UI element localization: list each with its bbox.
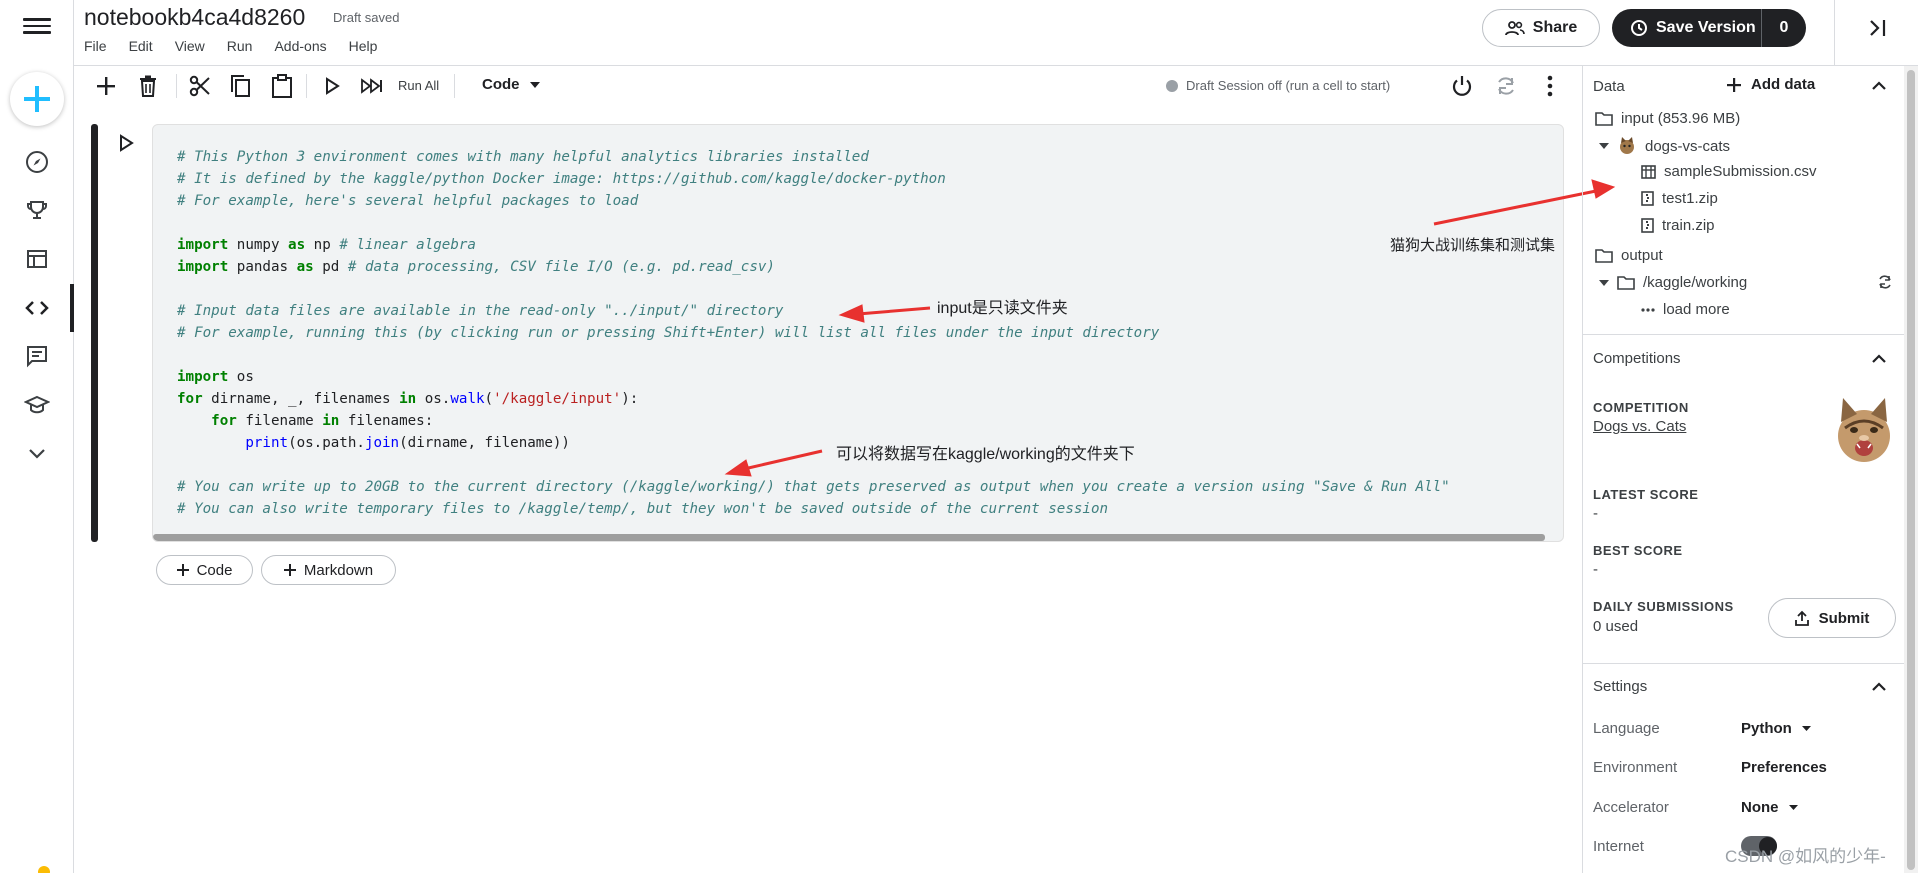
watermark: CSDN @如风的少年-	[1725, 847, 1886, 866]
add-data-label: Add data	[1751, 76, 1816, 93]
best-score-value: -	[1593, 561, 1598, 578]
annotation-input-readonly: input是只读文件夹	[937, 300, 1068, 317]
file-sample-submission[interactable]: sampleSubmission.csv	[1641, 163, 1817, 180]
caret-down-icon	[1599, 279, 1609, 286]
csv-table-icon	[1641, 164, 1656, 179]
add-data-button[interactable]: Add data	[1727, 76, 1815, 93]
working-folder[interactable]: /kaggle/working	[1599, 274, 1747, 291]
file-name: test1.zip	[1662, 190, 1718, 207]
folder-icon	[1595, 249, 1613, 263]
file-train-zip[interactable]: train.zip	[1641, 217, 1715, 234]
file-name: sampleSubmission.csv	[1664, 163, 1817, 180]
daily-submissions-value: 0 used	[1593, 618, 1639, 635]
setting-internet-label: Internet	[1593, 838, 1644, 855]
environment-link[interactable]: Preferences	[1741, 759, 1827, 776]
competition-caption: COMPETITION	[1593, 400, 1689, 415]
accelerator-select[interactable]: None	[1741, 799, 1798, 816]
folder-icon	[1595, 112, 1613, 126]
caret-down-icon	[1599, 143, 1609, 149]
best-score-caption: BEST SCORE	[1593, 543, 1683, 558]
folder-icon	[1617, 276, 1635, 290]
annotation-dataset: 猫狗大战训练集和测试集	[1390, 237, 1556, 254]
language-select[interactable]: Python	[1741, 720, 1811, 737]
dataset-thumbnail-icon	[1620, 137, 1634, 154]
plus-icon	[1727, 77, 1741, 92]
file-test1-zip[interactable]: test1.zip	[1641, 190, 1718, 207]
output-folder[interactable]: output	[1595, 247, 1663, 264]
competition-link[interactable]: Dogs vs. Cats	[1593, 418, 1686, 435]
environment-value: Preferences	[1741, 759, 1827, 776]
working-folder-label: /kaggle/working	[1643, 274, 1748, 291]
chevron-up-icon[interactable]	[1871, 679, 1887, 695]
input-folder[interactable]: input (853.96 MB)	[1595, 110, 1740, 127]
latest-score-caption: LATEST SCORE	[1593, 487, 1699, 502]
caret-down-icon	[1788, 805, 1798, 810]
file-name: train.zip	[1662, 217, 1715, 234]
submit-label: Submit	[1818, 609, 1870, 627]
daily-submissions-caption: DAILY SUBMISSIONS	[1593, 599, 1734, 614]
dataset-dogs-vs-cats[interactable]: dogs-vs-cats	[1599, 137, 1730, 155]
competition-cat-thumbnail	[1838, 398, 1890, 462]
chevron-up-icon[interactable]	[1871, 351, 1887, 367]
dataset-name: dogs-vs-cats	[1645, 137, 1731, 155]
annotation-working-dir: 可以将数据写在kaggle/working的文件夹下	[836, 446, 1135, 463]
zip-file-icon	[1641, 218, 1654, 233]
zip-file-icon	[1641, 191, 1654, 206]
load-more-label: load more	[1663, 301, 1730, 318]
input-folder-label: input (853.96 MB)	[1621, 110, 1741, 127]
data-section-title: Data	[1593, 78, 1625, 95]
setting-environment-label: Environment	[1593, 759, 1678, 776]
competitions-section-title: Competitions	[1593, 350, 1681, 367]
scrollbar-thumb[interactable]	[1907, 70, 1915, 870]
setting-language-label: Language	[1593, 720, 1660, 737]
refresh-icon[interactable]	[1877, 274, 1893, 290]
latest-score-value: -	[1593, 505, 1598, 522]
section-divider	[1583, 663, 1905, 664]
section-divider	[1583, 334, 1905, 335]
more-horiz-icon	[1641, 307, 1655, 312]
settings-section-title: Settings	[1593, 678, 1648, 695]
language-value: Python	[1741, 720, 1792, 737]
right-side-panel: Data Add data input (853.96 MB) dogs-vs-…	[1582, 66, 1905, 873]
output-folder-label: output	[1621, 247, 1663, 264]
chevron-up-icon[interactable]	[1871, 78, 1887, 94]
upload-icon	[1794, 610, 1809, 626]
accelerator-value: None	[1741, 799, 1779, 816]
load-more-button[interactable]: load more	[1641, 301, 1730, 318]
setting-accelerator-label: Accelerator	[1593, 799, 1669, 816]
submit-button[interactable]: Submit	[1768, 598, 1896, 638]
page-vertical-scrollbar[interactable]	[1904, 66, 1918, 873]
caret-down-icon	[1801, 726, 1811, 731]
